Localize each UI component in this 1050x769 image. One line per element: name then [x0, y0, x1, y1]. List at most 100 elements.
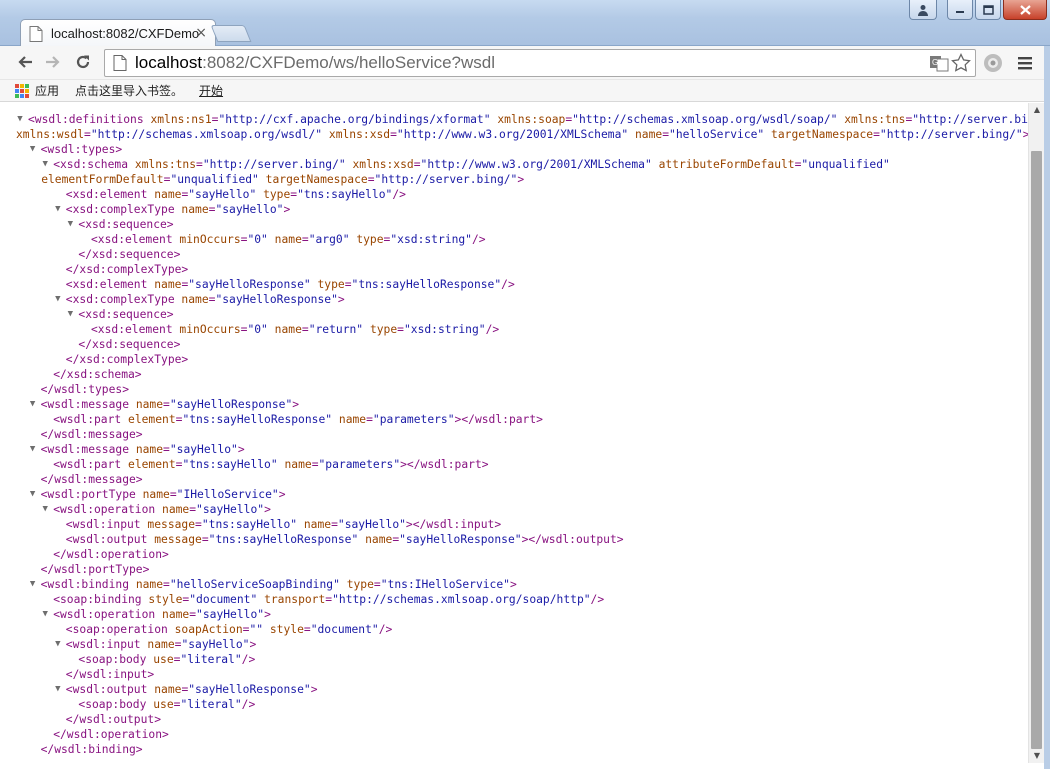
xml-attr-name: style: [148, 593, 183, 606]
xml-line: <xsd:element minOccurs="0" name="arg0" t…: [16, 232, 1024, 247]
xml-attr-name: name: [142, 488, 170, 501]
xml-attr-name: name: [284, 458, 312, 471]
collapse-triangle-icon[interactable]: ▼: [53, 202, 63, 217]
xml-line-text: </wsdl:operation>: [53, 727, 169, 742]
xml-line: <soap:operation soapAction="" style="doc…: [16, 622, 1024, 637]
xml-line: ▼ <xsd:schema xmlns:tns="http://server.bi…: [16, 157, 1024, 172]
xml-attr-name: type: [369, 323, 398, 336]
collapse-triangle-icon[interactable]: ▼: [15, 112, 25, 127]
maximize-button[interactable]: [975, 0, 1001, 20]
collapse-triangle-icon[interactable]: ▼: [28, 442, 38, 457]
new-tab-button[interactable]: [210, 25, 252, 42]
collapse-triangle-icon[interactable]: ▼: [40, 607, 50, 622]
xml-line-text: <wsdl:part element="tns:sayHello" name="…: [53, 457, 488, 472]
xml-tag: <wsdl:output: [65, 533, 155, 546]
xml-line: ▼ <wsdl:operation name="sayHello">: [16, 502, 1024, 517]
xml-line-text: </wsdl:binding>: [41, 742, 143, 757]
bookmark-start[interactable]: 开始: [199, 82, 223, 99]
url-path: :8082/CXFDemo/ws/helloService?wsdl: [202, 53, 496, 72]
forward-button[interactable]: [42, 51, 64, 73]
collapse-triangle-icon[interactable]: ▼: [53, 682, 63, 697]
xml-attr-value: "sayHello": [196, 608, 265, 621]
xml-line-text: </wsdl:portType>: [41, 562, 150, 577]
collapse-triangle-icon[interactable]: ▼: [28, 397, 38, 412]
document-icon: [113, 55, 127, 71]
xml-tag: ></wsdl:input>: [405, 518, 502, 531]
menu-button[interactable]: [1014, 52, 1036, 74]
back-arrow-icon: [18, 56, 32, 68]
xml-line: <xsd:element name="sayHello" type="tns:s…: [16, 187, 1024, 202]
xml-tag: </xsd:complexType>: [65, 263, 189, 276]
minimize-button[interactable]: [947, 0, 973, 20]
xml-attr-name: name: [303, 518, 332, 531]
bookmark-star-icon[interactable]: [951, 53, 971, 73]
xml-attr-value: "parameters": [318, 458, 401, 471]
xml-tag: =: [196, 158, 203, 171]
xml-tag: <soap:body: [78, 698, 154, 711]
xml-tag: </xsd:complexType>: [65, 353, 189, 366]
url-text[interactable]: localhost:8082/CXFDemo/ws/helloService?w…: [135, 53, 495, 73]
title-bar: localhost:8082/CXFDemo/ws/helloService?w…: [0, 0, 1050, 47]
xml-tag: [652, 158, 659, 171]
xml-line: </wsdl:message>: [16, 472, 1024, 487]
xml-line: </wsdl:input>: [16, 667, 1024, 682]
xml-line-text: <wsdl:message name="sayHelloResponse">: [41, 397, 300, 412]
xml-attr-name: xmlns:xsd: [328, 128, 391, 141]
extension-button[interactable]: [982, 52, 1004, 74]
browser-tab[interactable]: localhost:8082/CXFDemo/ws/helloService?w…: [20, 19, 216, 47]
xml-attr-value: "http://server.bing/": [879, 128, 1023, 141]
xml-attr-value: "sayHello": [169, 443, 238, 456]
xml-line-text: <wsdl:operation name="sayHello">: [53, 607, 271, 622]
xml-tag: <xsd:element: [65, 278, 155, 291]
xml-line-text: <xsd:element name = "sayHelloResponse" typ…: [66, 277, 515, 292]
collapse-triangle-icon[interactable]: ▼: [65, 307, 75, 322]
collapse-triangle-icon[interactable]: ▼: [53, 637, 63, 652]
xml-attr-name: element: [128, 458, 176, 471]
xml-tag: ></wsdl:part>: [400, 458, 489, 471]
scroll-down-arrow-icon[interactable]: ▼: [1029, 749, 1045, 763]
xml-line: </wsdl:operation>: [16, 547, 1024, 562]
scroll-up-arrow-icon[interactable]: ▲: [1029, 103, 1045, 117]
apps-grid-icon[interactable]: [15, 83, 29, 98]
bookmark-import-hint[interactable]: 点击这里导入书签。: [75, 82, 183, 99]
collapse-triangle-icon[interactable]: ▼: [65, 217, 75, 232]
xml-tree: ▼ <wsdl:definitions xmlns:ns1="http://cxf…: [15, 112, 1028, 757]
bookmark-apps[interactable]: 应用: [35, 82, 59, 99]
scrollbar-thumb[interactable]: [1031, 151, 1042, 749]
xml-tag: [311, 278, 318, 291]
collapse-triangle-icon[interactable]: ▼: [40, 157, 50, 172]
address-bar[interactable]: localhost:8082/CXFDemo/ws/helloService?w…: [104, 49, 976, 77]
forward-arrow-icon: [46, 56, 60, 68]
xml-line: ▼ <wsdl:output name="sayHelloResponse">: [16, 682, 1024, 697]
browser-toolbar: localhost:8082/CXFDemo/ws/helloService?w…: [0, 46, 1050, 80]
xml-line-text: <wsdl:operation name="sayHello">: [53, 502, 271, 517]
xml-line: ▼ <xsd:sequence>: [16, 217, 1024, 232]
back-button[interactable]: [14, 51, 36, 73]
xml-tag: =: [301, 233, 309, 246]
collapse-triangle-icon[interactable]: ▼: [28, 577, 38, 592]
xml-tag: >: [237, 443, 245, 456]
xml-tag: <xsd:schema: [53, 158, 135, 171]
user-profile-button[interactable]: [909, 0, 937, 20]
collapse-triangle-icon[interactable]: ▼: [40, 502, 50, 517]
collapse-triangle-icon[interactable]: ▼: [28, 487, 38, 502]
xml-tag: >: [509, 578, 517, 591]
close-window-button[interactable]: [1003, 0, 1047, 20]
xml-tag: </wsdl:operation>: [53, 728, 169, 741]
collapse-triangle-icon[interactable]: ▼: [28, 142, 38, 157]
vertical-scrollbar[interactable]: ▲ ▼: [1028, 103, 1044, 763]
xml-line-text: </wsdl:message>: [41, 472, 143, 487]
xml-attr-name: name: [365, 533, 393, 546]
tab-close-icon[interactable]: ×: [195, 25, 207, 41]
xml-line: ▼ <wsdl:message name="sayHello">: [16, 442, 1024, 457]
user-icon: [918, 4, 928, 16]
translate-icon[interactable]: G: [929, 53, 949, 73]
collapse-triangle-icon[interactable]: ▼: [53, 292, 63, 307]
xml-tag: =: [163, 398, 170, 411]
xml-tag: />: [590, 593, 605, 606]
xml-attr-value: "sayHelloResponse": [188, 278, 311, 291]
xml-tag: />: [392, 188, 406, 201]
reload-button[interactable]: [72, 51, 94, 73]
xml-attr-name: name: [181, 203, 209, 216]
xml-attr-name: soapAction: [174, 623, 243, 636]
